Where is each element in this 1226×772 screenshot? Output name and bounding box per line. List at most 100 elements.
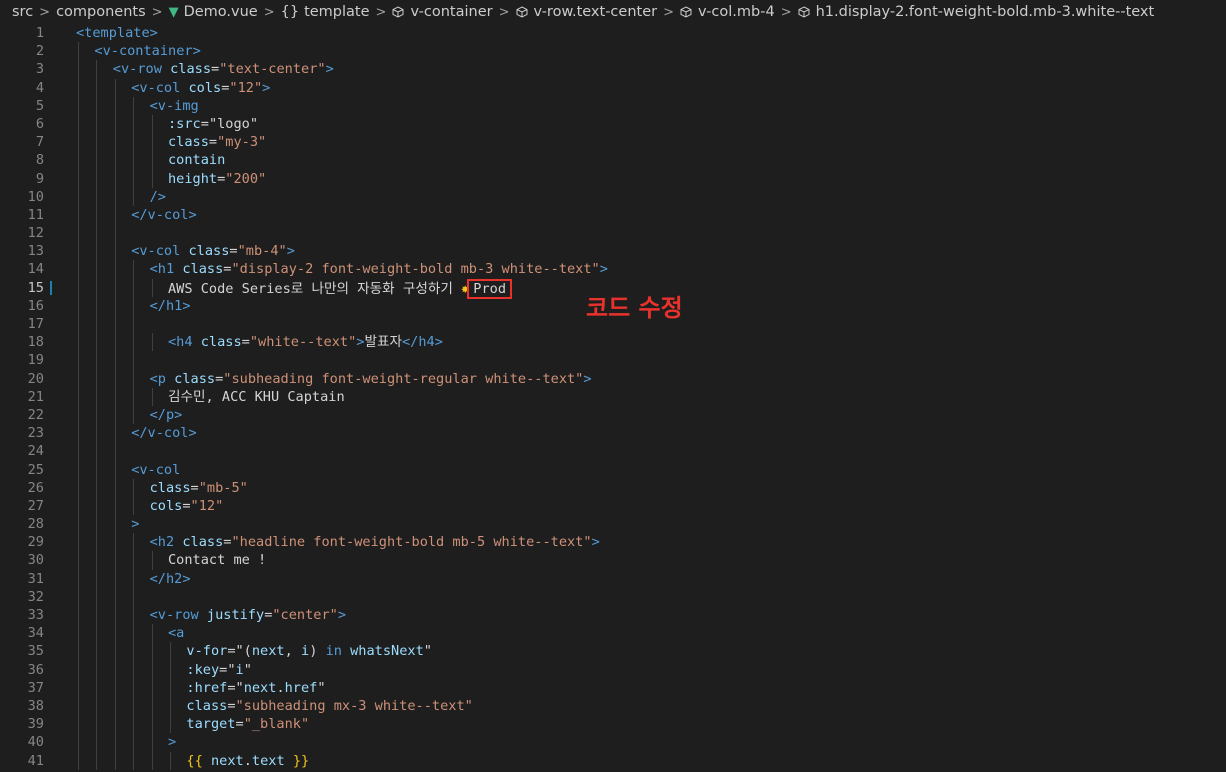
breadcrumb-item[interactable]: src bbox=[12, 4, 33, 20]
line-number: 2 bbox=[35, 43, 44, 60]
code-line[interactable]: 5 <v-img bbox=[0, 96, 1226, 115]
code-line[interactable]: 22 </p> bbox=[0, 405, 1226, 425]
breadcrumb-item[interactable]: components bbox=[56, 4, 146, 20]
line-number: 34 bbox=[27, 625, 44, 642]
breadcrumb-item[interactable]: h1.display-2.font-weight-bold.mb-3.white… bbox=[798, 4, 1154, 20]
code-line[interactable]: 28 > bbox=[0, 515, 1226, 534]
breadcrumb-item[interactable]: ▼ Demo.vue bbox=[169, 4, 258, 20]
indent-guide bbox=[170, 751, 171, 770]
line-number: 33 bbox=[27, 607, 44, 623]
code-line[interactable]: 33 <v-row justify="center"> bbox=[0, 606, 1226, 625]
indent-guide bbox=[133, 678, 135, 697]
code-line[interactable]: 3 <v-row class="text-center"> bbox=[0, 60, 1226, 79]
code-line[interactable]: 32 bbox=[0, 587, 1226, 606]
indent-guide bbox=[133, 751, 135, 770]
indent-guide bbox=[114, 587, 116, 606]
code-line[interactable]: 34 <a bbox=[0, 624, 1226, 643]
line-number: 36 bbox=[27, 661, 44, 678]
code-token: next bbox=[210, 752, 244, 769]
code-line[interactable]: 18 <h4 class="white--text">발표자</h4> bbox=[0, 333, 1226, 352]
indent-guide bbox=[78, 424, 79, 443]
code-line[interactable]: 30 Contact me ! bbox=[0, 551, 1226, 570]
code-line[interactable]: 38 class="subheading mx-3 white--text" bbox=[0, 696, 1226, 716]
indent-guide bbox=[133, 496, 135, 516]
code-token: <v-col bbox=[131, 461, 181, 478]
code-token: "12" bbox=[229, 79, 263, 96]
indent-guide bbox=[114, 296, 116, 315]
code-line[interactable]: 8 contain bbox=[0, 151, 1226, 170]
indent-guide bbox=[114, 242, 116, 261]
code-line[interactable]: 35 v-for="(next, i) in whatsNext" bbox=[0, 642, 1226, 661]
code-token: i bbox=[235, 661, 244, 678]
code-editor[interactable]: 1 <template> 2 <v-container> 3 <v-row class="… bbox=[0, 24, 1226, 770]
code-line[interactable]: 12 bbox=[0, 224, 1226, 243]
code-line[interactable]: 20 <p class="subheading font-weight-regul… bbox=[0, 369, 1226, 388]
indent-guide bbox=[114, 78, 116, 97]
indent-guide bbox=[114, 442, 116, 461]
code-line[interactable]: 10 /> bbox=[0, 187, 1226, 206]
breadcrumb: src > components > ▼ Demo.vue > {} template > v-co… bbox=[0, 0, 1226, 24]
breadcrumb-chevron-icon: > bbox=[39, 4, 51, 20]
line-number: 9 bbox=[35, 170, 44, 187]
code-token: ="( bbox=[227, 643, 252, 660]
indent-guide bbox=[151, 624, 153, 643]
code-token: =" bbox=[227, 679, 244, 696]
indent-guide bbox=[96, 405, 98, 425]
line-number: 22 bbox=[27, 406, 44, 423]
indent-guide bbox=[114, 114, 116, 134]
code-line[interactable]: 14 <h1 class="display-2 font-weight-bold … bbox=[0, 260, 1226, 279]
indent-guide bbox=[96, 569, 98, 588]
indent-guide bbox=[114, 278, 116, 297]
breadcrumb-item-label: v-container bbox=[410, 4, 493, 20]
indent-guide bbox=[78, 624, 79, 643]
code-line[interactable]: 39 target="_blank" bbox=[0, 715, 1226, 734]
breadcrumb-item[interactable]: v-row.text-center bbox=[516, 4, 657, 20]
code-line[interactable]: 6:src="logo" bbox=[0, 114, 1226, 134]
breadcrumb-item[interactable]: {} template bbox=[281, 4, 370, 20]
code-token: <v-row bbox=[149, 607, 199, 623]
breadcrumb-item[interactable]: v-col.mb-4 bbox=[680, 4, 775, 20]
code-line[interactable]: 25 <v-col bbox=[0, 460, 1226, 479]
code-token: :href bbox=[186, 679, 228, 696]
code-line[interactable]: 7 class="my-3" bbox=[0, 133, 1226, 152]
code-token: "display-2 font-weight-bold mb-3 white--… bbox=[231, 261, 600, 278]
indent-guide bbox=[78, 351, 79, 370]
code-line[interactable]: 21 김수민, ACC KHU Captain bbox=[0, 387, 1226, 406]
code-line[interactable]: 9 height="200" bbox=[0, 169, 1226, 188]
code-line[interactable]: 23 </v-col> bbox=[0, 424, 1226, 443]
code-line[interactable]: 31 </h2> bbox=[0, 569, 1226, 588]
code-line[interactable]: 40 > bbox=[0, 733, 1226, 752]
code-text: <h4 class="white--text">발표자</h4> bbox=[168, 333, 443, 351]
code-line[interactable]: 26 class="mb-5" bbox=[0, 478, 1226, 497]
code-line[interactable]: 27 cols="12" bbox=[0, 496, 1226, 516]
line-number: 13 bbox=[27, 243, 44, 260]
code-line[interactable]: 24 bbox=[0, 442, 1226, 461]
breadcrumb-item-label: components bbox=[56, 4, 146, 20]
indent-guide bbox=[78, 169, 79, 188]
indent-guide bbox=[96, 696, 98, 716]
indent-guide bbox=[96, 624, 98, 643]
indent-guide bbox=[151, 733, 153, 752]
code-line[interactable]: 13 <v-col class="mb-4"> bbox=[0, 242, 1226, 261]
breadcrumb-chevron-icon: > bbox=[498, 4, 510, 20]
code-line[interactable]: 36:key="i" bbox=[0, 660, 1226, 679]
indent-guide bbox=[170, 715, 171, 734]
code-line[interactable]: 41 {{ next.text }} bbox=[0, 751, 1226, 770]
breadcrumb-item[interactable]: v-container bbox=[392, 4, 493, 20]
indent-guide bbox=[78, 533, 79, 552]
code-token: <h2 bbox=[149, 534, 175, 551]
code-token: > bbox=[131, 516, 140, 533]
line-number: 11 bbox=[27, 206, 44, 223]
code-line[interactable]: 11 </v-col> bbox=[0, 205, 1226, 225]
indent-guide bbox=[151, 660, 153, 679]
code-line[interactable]: 37:href="next.href" bbox=[0, 678, 1226, 697]
indent-guide bbox=[96, 478, 98, 497]
code-line[interactable]: 1 <template> bbox=[0, 24, 1226, 42]
code-line[interactable]: 2 <v-container> bbox=[0, 42, 1226, 61]
code-line[interactable]: 29 <h2 class="headline font-weight-bold m… bbox=[0, 533, 1226, 552]
code-line[interactable]: 19 bbox=[0, 351, 1226, 370]
indent-guide bbox=[78, 296, 79, 315]
indent-guide bbox=[78, 751, 79, 770]
code-line[interactable]: 4 <v-col cols="12"> bbox=[0, 78, 1226, 97]
